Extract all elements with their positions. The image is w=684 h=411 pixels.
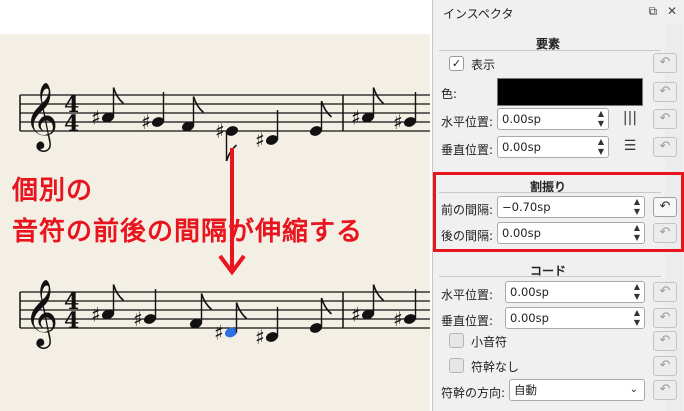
chord-h-offset-value: 0.00sp	[510, 285, 549, 299]
sharp-icon: ♯	[141, 110, 151, 134]
spin-up-icon[interactable]: ▲	[598, 109, 604, 119]
time-sig-bottom: 4	[64, 308, 79, 334]
sharp-icon: ♯	[214, 321, 224, 345]
spin-up-icon[interactable]: ▲	[634, 282, 640, 292]
chord-v-offset-value: 0.00sp	[510, 311, 549, 325]
sharp-icon: ♯	[133, 307, 143, 331]
v-align-icon[interactable]: ☰	[615, 136, 645, 158]
sharp-icon: ♯	[393, 110, 403, 134]
score-view[interactable]: 𝄞 4 4 ♯ ♯ ♯ ♯ ♯ ♯ 𝄞 4 4 ♯ ♯ ♯ ♯ ♯ ♯ 個別の 音符の前後の間隔が伸縮する	[0, 0, 430, 411]
no-stem-label: 符幹なし	[471, 360, 520, 374]
reset-stem-direction-button[interactable]: ↶	[653, 380, 677, 400]
divider	[439, 276, 661, 277]
reset-small-note-button[interactable]: ↶	[653, 331, 677, 351]
callout-line-2: 音符の前後の間隔が伸縮する	[12, 217, 364, 247]
element-v-offset-label: 垂直位置:	[441, 143, 494, 157]
chord-h-offset-spinbox[interactable]: 0.00sp ▲ ▼	[505, 281, 645, 303]
chevron-down-icon: ⌄	[629, 384, 638, 395]
element-v-offset-value: 0.00sp	[502, 140, 541, 154]
staff-top: 𝄞 44 ♯ ♯ ♯ ♯♯ ♯	[19, 81, 430, 162]
sharp-icon: ♯	[255, 325, 265, 349]
float-icon[interactable]: ⧉	[649, 4, 658, 18]
time-sig-bottom: 4	[64, 111, 79, 137]
reset-color-button[interactable]: ↶	[653, 82, 677, 102]
sharp-icon: ♯	[255, 128, 265, 152]
element-h-offset-value: 0.00sp	[502, 112, 541, 126]
spin-up-icon[interactable]: ▲	[598, 137, 604, 147]
element-h-offset-label: 水平位置:	[441, 115, 494, 129]
element-v-offset-spinbox[interactable]: 0.00sp ▲ ▼	[497, 136, 609, 158]
spin-down-icon[interactable]: ▼	[598, 119, 604, 129]
sharp-icon: ♯	[215, 119, 225, 143]
sharp-icon: ♯	[91, 106, 101, 130]
sharp-icon: ♯	[351, 106, 361, 130]
reset-element-h-offset-button[interactable]: ↶	[653, 109, 677, 129]
spin-down-icon[interactable]: ▼	[598, 147, 604, 157]
spin-down-icon[interactable]: ▼	[634, 318, 640, 328]
visible-label: 表示	[471, 58, 496, 72]
sharp-icon: ♯	[351, 303, 361, 327]
reset-no-stem-button[interactable]: ↶	[653, 356, 677, 376]
no-stem-checkbox[interactable]	[449, 358, 464, 373]
treble-clef-icon: 𝄞	[24, 278, 58, 349]
spin-down-icon[interactable]: ▼	[634, 292, 640, 302]
small-note-checkbox[interactable]	[449, 333, 464, 348]
small-note-label: 小音符	[471, 335, 508, 349]
chord-h-offset-label: 水平位置:	[441, 288, 494, 302]
color-swatch[interactable]	[497, 78, 643, 106]
stem-direction-label: 符幹の方向:	[441, 386, 506, 400]
reset-visible-button[interactable]: ↶	[653, 53, 677, 73]
inspector-title: インスペクタ	[443, 7, 514, 21]
reset-chord-h-offset-button[interactable]: ↶	[653, 282, 677, 302]
h-align-icon[interactable]: |||	[615, 108, 645, 130]
staff-bottom: 𝄞 44 ♯ ♯♯ ♯♯ ♯	[19, 278, 430, 349]
chord-v-offset-spinbox[interactable]: 0.00sp ▲ ▼	[505, 307, 645, 329]
segment-highlight-box	[433, 172, 684, 252]
divider	[439, 50, 661, 51]
inspector-title-bar: インスペクタ ⧉ ✕	[433, 0, 684, 24]
visible-checkbox[interactable]: ✓	[449, 56, 464, 71]
chord-v-offset-label: 垂直位置:	[441, 314, 494, 328]
sharp-icon: ♯	[393, 307, 403, 331]
reset-chord-v-offset-button[interactable]: ↶	[653, 308, 677, 328]
sharp-icon: ♯	[91, 303, 101, 327]
reset-element-v-offset-button[interactable]: ↶	[653, 137, 677, 157]
color-label: 色:	[441, 87, 458, 101]
close-icon[interactable]: ✕	[667, 4, 677, 18]
element-h-offset-spinbox[interactable]: 0.00sp ▲ ▼	[497, 108, 609, 130]
treble-clef-icon: 𝄞	[24, 81, 58, 152]
callout-line-1: 個別の	[12, 176, 94, 206]
stem-direction-value: 自動	[514, 383, 537, 397]
stem-direction-select[interactable]: 自動 ⌄	[509, 379, 645, 401]
spin-up-icon[interactable]: ▲	[634, 308, 640, 318]
